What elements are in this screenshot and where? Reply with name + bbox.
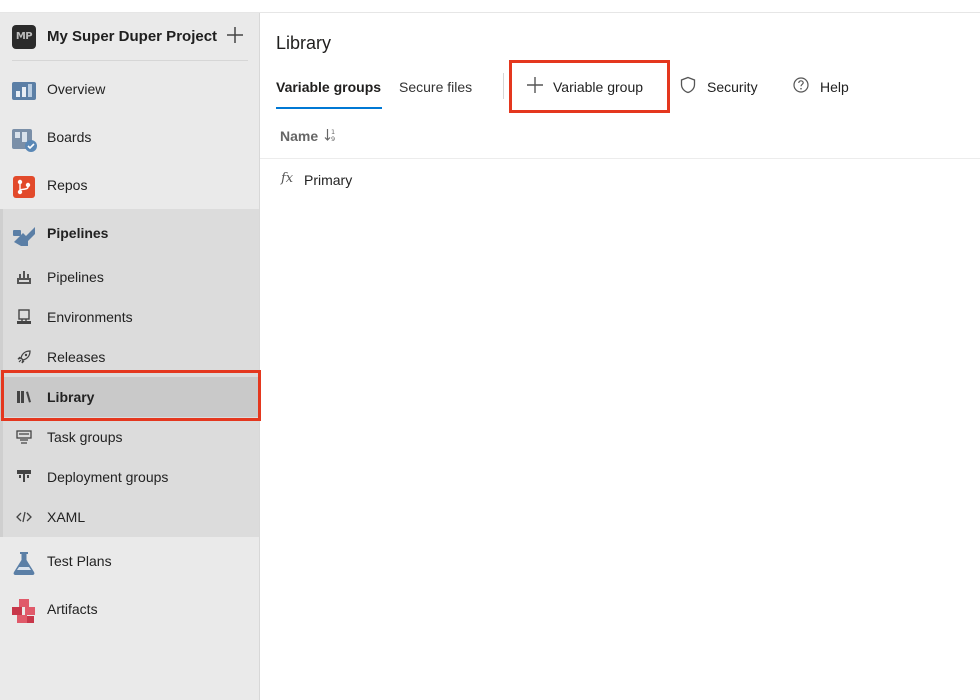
- sort-icon[interactable]: 19: [324, 127, 338, 143]
- deployment-groups-icon: [16, 469, 32, 485]
- project-name[interactable]: My Super Duper Project: [47, 28, 217, 45]
- task-groups-icon: [16, 429, 32, 445]
- pipelines-icon: [16, 269, 32, 285]
- toolbar-divider: [503, 73, 504, 99]
- main-content: Library Variable groups Secure files Var…: [260, 13, 980, 700]
- xaml-icon: [16, 509, 32, 525]
- table-row[interactable]: fx Primary: [260, 160, 980, 200]
- security-button[interactable]: Security: [676, 68, 768, 102]
- variable-group-fx-icon: fx: [281, 171, 294, 186]
- sub-item-task-groups[interactable]: Task groups: [0, 417, 259, 457]
- sub-label-environments: Environments: [47, 309, 133, 325]
- test-plans-icon: [11, 550, 37, 576]
- nav-item-test-plans[interactable]: Test Plans: [0, 542, 259, 582]
- sub-label-task-groups: Task groups: [47, 429, 123, 445]
- nav-label-boards: Boards: [47, 129, 92, 145]
- svg-text:9: 9: [331, 135, 335, 143]
- boards-icon: [11, 126, 37, 152]
- sub-label-xaml: XAML: [47, 509, 86, 525]
- nav-item-boards[interactable]: Boards: [0, 118, 259, 158]
- project-header[interactable]: MP My Super Duper Project: [12, 13, 248, 61]
- nav-label-artifacts: Artifacts: [47, 601, 98, 617]
- tab-variable-groups[interactable]: Variable groups: [276, 79, 381, 95]
- shield-icon: [679, 76, 697, 94]
- security-label: Security: [707, 79, 758, 95]
- column-header-name[interactable]: Name: [280, 128, 318, 144]
- page-title: Library: [276, 33, 332, 53]
- sub-item-xaml[interactable]: XAML: [0, 497, 259, 537]
- sub-label-releases: Releases: [47, 349, 106, 365]
- nav-label-overview: Overview: [47, 81, 106, 97]
- releases-icon: [16, 349, 32, 365]
- add-button-highlight-box: [509, 60, 670, 113]
- artifacts-icon: [11, 598, 37, 624]
- repos-icon: [11, 174, 37, 200]
- nav-item-artifacts[interactable]: Artifacts: [0, 590, 259, 630]
- nav-label-repos: Repos: [47, 177, 88, 193]
- help-label: Help: [820, 79, 849, 95]
- nav-label-test-plans: Test Plans: [47, 553, 112, 569]
- table-header: Name 19: [260, 114, 980, 159]
- sub-item-deployment-groups[interactable]: Deployment groups: [0, 457, 259, 497]
- nav-item-repos[interactable]: Repos: [0, 166, 259, 206]
- library-highlight-box: [1, 370, 261, 421]
- sub-item-pipelines[interactable]: Pipelines: [0, 257, 259, 297]
- overview-icon: [11, 78, 37, 104]
- sub-label-pipelines: Pipelines: [47, 269, 104, 285]
- tab-secure-files[interactable]: Secure files: [399, 79, 472, 95]
- sub-item-environments[interactable]: Environments: [0, 297, 259, 337]
- environments-icon: [16, 309, 32, 325]
- help-button[interactable]: Help: [790, 68, 860, 102]
- variable-group-name[interactable]: Primary: [304, 172, 352, 188]
- project-avatar: MP: [12, 25, 36, 49]
- nav-item-overview[interactable]: Overview: [0, 70, 259, 110]
- plus-icon[interactable]: [225, 23, 245, 47]
- top-strip: [0, 0, 980, 13]
- help-icon: [792, 76, 810, 94]
- sub-label-deployment-groups: Deployment groups: [47, 469, 169, 485]
- pipelines-group-icon: [11, 222, 37, 248]
- sidebar: MP My Super Duper Project Overview Board…: [0, 13, 260, 700]
- nav-item-pipelines[interactable]: Pipelines: [0, 214, 259, 254]
- nav-label-pipelines: Pipelines: [47, 225, 109, 241]
- active-tab-indicator: [276, 107, 382, 109]
